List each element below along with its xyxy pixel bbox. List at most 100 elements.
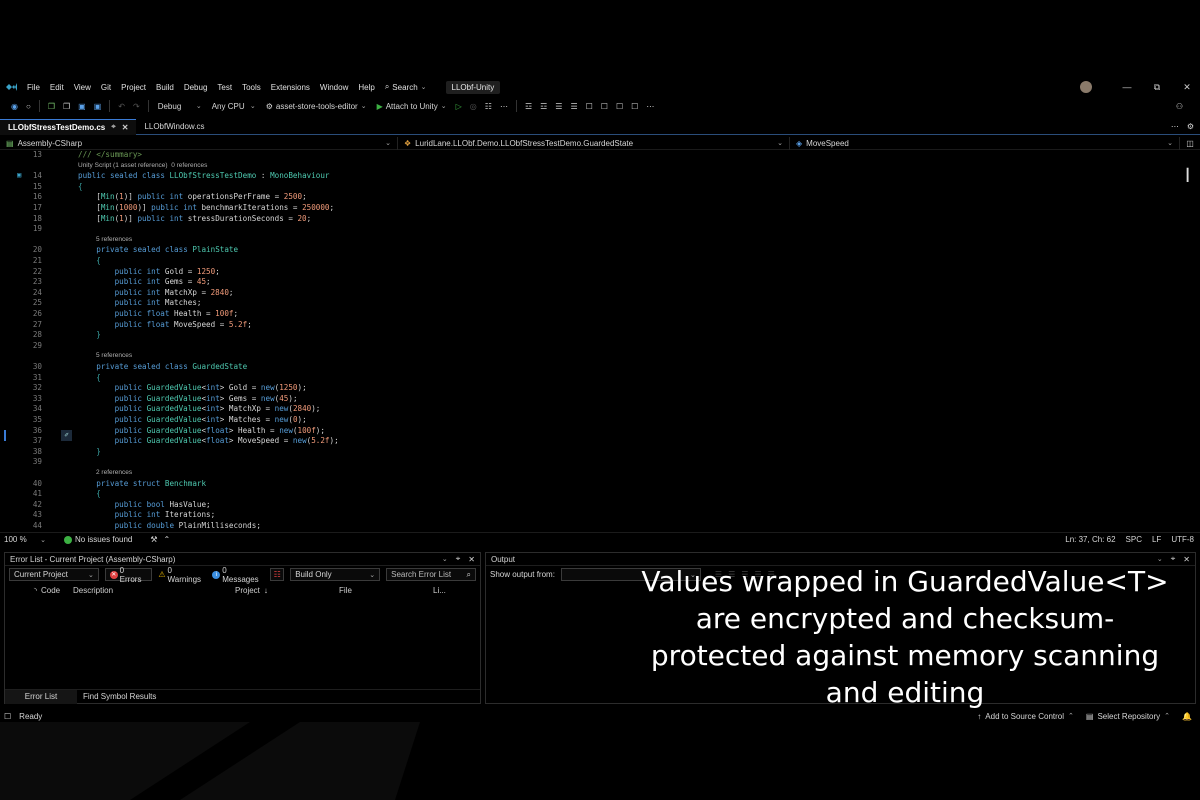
save-all-icon[interactable]: ▣: [91, 99, 105, 113]
codelens-hint[interactable]: 2 references: [0, 468, 1180, 479]
maximize-icon[interactable]: ⧉: [1144, 82, 1170, 93]
select-repository-button[interactable]: ▤ Select Repository ⌃: [1086, 712, 1170, 721]
avatar[interactable]: [1080, 81, 1092, 93]
prev-bookmark-icon[interactable]: ☐: [598, 99, 611, 113]
issues-indicator[interactable]: No issues found: [64, 535, 132, 544]
scope-dropdown[interactable]: Current Project ⌄: [9, 568, 99, 581]
save-icon[interactable]: ▣: [75, 99, 89, 113]
undo-icon[interactable]: ↶: [115, 99, 128, 113]
attach-to-unity-button[interactable]: ▶ Attach to Unity ⌄: [373, 99, 451, 113]
filter-icon[interactable]: ☷: [270, 568, 285, 581]
whitespace-indicator[interactable]: SPC: [1126, 535, 1142, 544]
solution-name[interactable]: LLObf-Unity: [445, 80, 501, 94]
menu-view[interactable]: View: [69, 83, 96, 92]
close-icon[interactable]: ✕: [1174, 82, 1200, 93]
navigate-back-icon[interactable]: ◉: [8, 99, 21, 113]
errors-filter-button[interactable]: ✕ 0 Errors: [104, 566, 153, 584]
bell-icon[interactable]: 🔔: [1182, 712, 1192, 721]
vs-logo-icon[interactable]: [0, 82, 22, 92]
line-number: 19: [32, 224, 42, 234]
menu-project[interactable]: Project: [116, 83, 151, 92]
column-code[interactable]: Code: [41, 586, 73, 595]
cursor-position[interactable]: Ln: 37, Ch: 62: [1065, 535, 1115, 544]
column-description[interactable]: Description: [73, 586, 235, 595]
tab-find-symbol-results[interactable]: Find Symbol Results: [77, 692, 162, 701]
menu-window[interactable]: Window: [315, 83, 353, 92]
chevron-up-icon[interactable]: ⌃: [164, 535, 171, 544]
split-editor-icon[interactable]: ◫: [1180, 139, 1200, 148]
search-menu[interactable]: ⌕ Search ⌄: [380, 82, 432, 92]
warnings-filter-button[interactable]: ⚠ 0 Warnings: [158, 566, 206, 584]
minimize-icon[interactable]: —: [1114, 82, 1140, 92]
start-without-debugging-icon[interactable]: ▷: [453, 99, 465, 113]
chevron-down-icon[interactable]: ⌄: [1157, 555, 1163, 563]
indent-icon[interactable]: ☰: [552, 99, 565, 113]
gear-icon[interactable]: ⚙: [1187, 122, 1194, 131]
column-file[interactable]: File: [339, 586, 433, 595]
menu-edit[interactable]: Edit: [45, 83, 69, 92]
navigate-forward-icon[interactable]: ○: [23, 99, 34, 113]
notification-icon[interactable]: ☐: [4, 712, 11, 721]
code-cleanup-icon[interactable]: ⚒: [150, 535, 157, 544]
redo-icon[interactable]: ↷: [130, 99, 143, 113]
column-project[interactable]: Project ↓: [235, 586, 339, 595]
comment-icon[interactable]: ☲: [522, 99, 535, 113]
configuration-dropdown[interactable]: Debug ⌄: [154, 99, 206, 113]
code-editor[interactable]: 13 /// </summary> Unity Script (1 asset re…: [0, 150, 1200, 541]
menu-help[interactable]: Help: [353, 83, 379, 92]
platform-dropdown[interactable]: Any CPU ⌄: [208, 99, 260, 113]
codelens-hint[interactable]: Unity Script (1 asset reference) 0 refer…: [0, 161, 1180, 172]
source-control-label: Add to Source Control: [985, 711, 1065, 721]
menu-debug[interactable]: Debug: [179, 83, 213, 92]
outdent-icon[interactable]: ☰: [567, 99, 580, 113]
menu-file[interactable]: File: [22, 83, 45, 92]
chevron-down-icon[interactable]: ⌄: [442, 555, 448, 563]
pin-icon[interactable]: ⌖: [111, 122, 116, 132]
encoding-indicator[interactable]: UTF-8: [1171, 535, 1194, 544]
menu-test[interactable]: Test: [212, 83, 237, 92]
toolbar-overflow-icon[interactable]: ⋯: [643, 99, 657, 113]
close-icon[interactable]: ✕: [122, 123, 129, 132]
uncomment-icon[interactable]: ☲: [537, 99, 550, 113]
code-line: 16 [Min(1)] public int operationsPerFram…: [0, 192, 1180, 203]
search-error-list-input[interactable]: Search Error List ⌕: [386, 568, 476, 581]
column-line[interactable]: Li...: [433, 586, 463, 595]
codelens-hint[interactable]: 5 references: [0, 351, 1180, 362]
live-share-icon[interactable]: ⚇: [1173, 99, 1186, 113]
type-dropdown[interactable]: ❖ LuridLane.LLObf.Demo.LLObfStressTestDe…: [398, 136, 790, 150]
hot-reload-icon[interactable]: ◎: [467, 99, 480, 113]
unity-message-icon[interactable]: ▣: [17, 171, 21, 179]
project-dropdown[interactable]: ▤ Assembly-CSharp ⌄: [0, 136, 398, 150]
tab-overflow-icon[interactable]: ⋯: [1171, 122, 1179, 131]
more-icon[interactable]: ⋯: [497, 99, 511, 113]
menu-build[interactable]: Build: [151, 83, 179, 92]
pin-icon[interactable]: ⌖: [456, 554, 461, 564]
column-sort-icon[interactable]: ◝: [5, 586, 41, 595]
menu-tools[interactable]: Tools: [237, 83, 266, 92]
new-project-icon[interactable]: ❐: [45, 99, 58, 113]
add-to-source-control-button[interactable]: ↑ Add to Source Control ⌃: [977, 712, 1074, 721]
close-icon[interactable]: ✕: [468, 555, 475, 564]
menu-git[interactable]: Git: [96, 83, 116, 92]
close-icon[interactable]: ✕: [1183, 555, 1190, 564]
bookmark-icon[interactable]: ☐: [583, 99, 596, 113]
scrollbar-thumb[interactable]: ┃: [1184, 168, 1194, 188]
type-value: LuridLane.LLObf.Demo.LLObfStressTestDemo…: [415, 138, 634, 148]
member-dropdown[interactable]: ◈ MoveSpeed ⌄: [790, 136, 1180, 150]
build-filter-dropdown[interactable]: Build Only ⌄: [290, 568, 381, 581]
messages-filter-button[interactable]: i 0 Messages: [212, 566, 264, 584]
codelens-hint[interactable]: 5 references: [0, 235, 1180, 246]
menu-extensions[interactable]: Extensions: [266, 83, 315, 92]
zoom-dropdown[interactable]: 100 % ⌄: [0, 533, 50, 547]
tab-error-list[interactable]: Error List: [5, 689, 77, 704]
next-bookmark-icon[interactable]: ☐: [613, 99, 626, 113]
clear-bookmarks-icon[interactable]: ☐: [628, 99, 641, 113]
startup-project-dropdown[interactable]: ⚙ asset-store-tools-editor ⌄: [262, 99, 371, 113]
open-file-icon[interactable]: ❐: [60, 99, 73, 113]
line-ending-indicator[interactable]: LF: [1152, 535, 1161, 544]
pin-icon[interactable]: ⌖: [1171, 554, 1176, 564]
diagnostic-tools-icon[interactable]: ☷: [482, 99, 495, 113]
tab-llobfwindow[interactable]: LLObfWindow.cs: [136, 119, 212, 135]
tab-llobfstresstestdemo[interactable]: LLObfStressTestDemo.cs ⌖ ✕: [0, 118, 137, 135]
quick-action-icon[interactable]: ✐: [61, 430, 72, 441]
